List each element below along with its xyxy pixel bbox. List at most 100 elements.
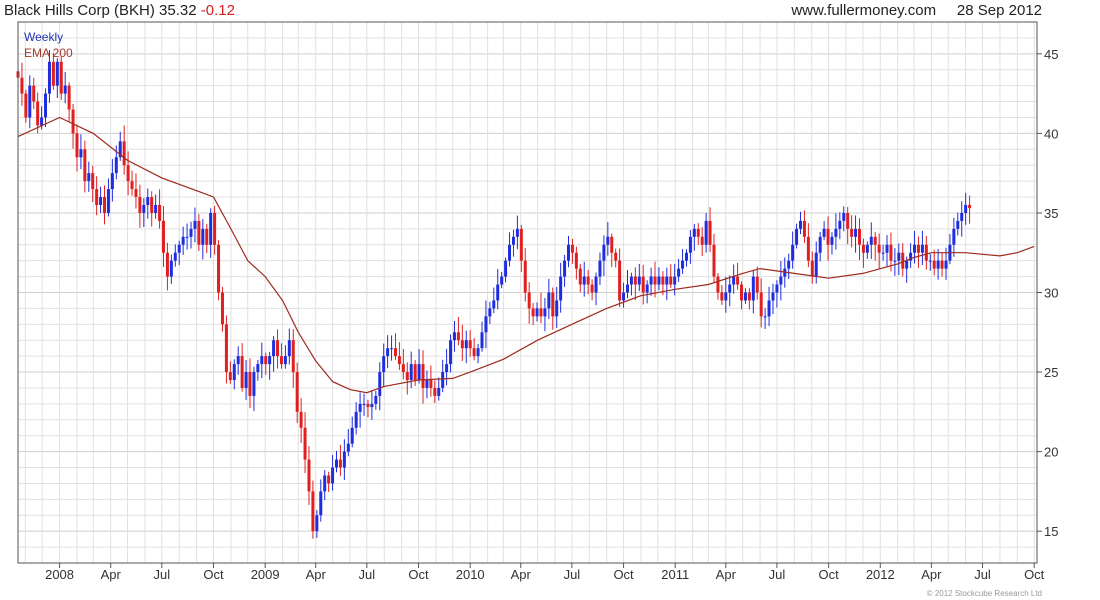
candle-down	[716, 276, 720, 293]
y-tick-label: 15	[1044, 524, 1058, 539]
candle-down	[940, 260, 944, 269]
candle-up	[665, 276, 669, 285]
candle-up	[692, 228, 696, 237]
candle-up	[724, 292, 728, 301]
candle-down	[740, 284, 744, 301]
candle-up	[791, 244, 795, 261]
candle-down	[150, 197, 154, 213]
candle-up	[201, 228, 205, 245]
candle-up	[260, 356, 264, 365]
candle-up	[441, 372, 445, 388]
candle-up	[830, 236, 834, 245]
candle-up	[964, 204, 968, 213]
candle-down	[916, 244, 920, 253]
chart-date: 28 Sep 2012	[956, 2, 1042, 19]
candle-up	[547, 292, 551, 309]
last-price: 35.32	[159, 2, 197, 19]
candle-down	[468, 340, 472, 349]
candle-up	[315, 515, 319, 532]
candle-up	[928, 260, 932, 262]
y-axis: 15 20 25 30 35 40 45	[1037, 47, 1058, 539]
candle-down	[460, 340, 464, 349]
x-tick-label: Apr	[921, 567, 942, 582]
candle-down	[279, 356, 283, 365]
candle-down	[696, 228, 700, 237]
candle-down	[91, 173, 95, 190]
candle-down	[574, 252, 578, 269]
candle-down	[366, 403, 370, 408]
candle-down	[220, 292, 224, 325]
y-tick-label: 20	[1044, 445, 1058, 460]
candle-up	[63, 85, 67, 94]
candle-up	[374, 395, 378, 404]
candle-up	[177, 244, 181, 253]
candle-up	[452, 332, 456, 341]
candle-down	[720, 292, 724, 301]
candle-down	[633, 276, 637, 285]
candle-down	[551, 292, 555, 317]
candle-up	[681, 260, 685, 269]
candle-down	[873, 236, 877, 245]
candle-up	[79, 149, 83, 158]
candle-down	[433, 387, 437, 396]
chart-title: Black Hills Corp (BKH) 35.32 -0.12	[4, 2, 235, 19]
candle-up	[154, 204, 158, 213]
candle-up	[287, 340, 291, 357]
candle-up	[645, 284, 649, 293]
candle-up	[543, 308, 547, 317]
candle-down	[924, 244, 928, 261]
x-tick-label: Apr	[101, 567, 122, 582]
x-tick-label: Jul	[564, 567, 581, 582]
candle-up	[936, 260, 940, 269]
candle-up	[181, 236, 185, 245]
candle-down	[669, 276, 673, 285]
candle-up	[169, 260, 173, 277]
y-tick-label: 45	[1044, 47, 1058, 62]
candle-up	[244, 372, 248, 388]
price-chart: 15 20 25 30 35 40 45 2008 Apr Jul Oct 2009 Apr Jul Oc…	[16, 21, 1058, 582]
candle-up	[236, 356, 240, 365]
candle-up	[822, 228, 826, 237]
candle-up	[354, 411, 358, 428]
candle-down	[531, 308, 535, 317]
candle-up	[606, 236, 610, 245]
candle-up	[346, 443, 350, 452]
candle-up	[173, 252, 177, 261]
candle-up	[44, 93, 48, 118]
y-tick-label: 35	[1044, 206, 1058, 221]
candle-down	[755, 276, 759, 293]
candle-down	[295, 372, 299, 412]
candle-down	[24, 93, 28, 118]
candle-up	[189, 228, 193, 237]
source-site[interactable]: www.fullermoney.com	[791, 2, 936, 19]
chart-source: www.fullermoney.com 28 Sep 2012	[791, 2, 1042, 19]
candle-up	[865, 244, 869, 253]
candle-down	[527, 292, 531, 309]
x-tick-label: Apr	[716, 567, 737, 582]
candle-up	[657, 276, 661, 285]
candle-down	[158, 204, 162, 221]
candle-down	[32, 85, 36, 102]
candle-up	[437, 387, 441, 396]
candle-up	[488, 308, 492, 317]
candle-down	[276, 340, 280, 357]
candle-up	[771, 292, 775, 301]
x-tick-label: Oct	[613, 567, 634, 582]
candle-down	[130, 181, 134, 190]
candle-down	[523, 260, 527, 293]
candle-up	[767, 300, 771, 317]
candle-up	[649, 276, 653, 285]
candle-down	[618, 260, 622, 301]
candle-down	[228, 372, 232, 381]
candle-down	[291, 340, 295, 373]
candle-up	[193, 220, 197, 229]
candle-up	[323, 475, 327, 492]
x-tick-label: 2008	[45, 567, 74, 582]
x-tick-label: Oct	[203, 567, 224, 582]
candle-down	[736, 276, 740, 285]
candle-up	[775, 284, 779, 293]
candle-down	[303, 427, 307, 460]
legend-ema: EMA 200	[24, 46, 73, 60]
candle-up	[409, 364, 413, 381]
candle-down	[590, 284, 594, 293]
